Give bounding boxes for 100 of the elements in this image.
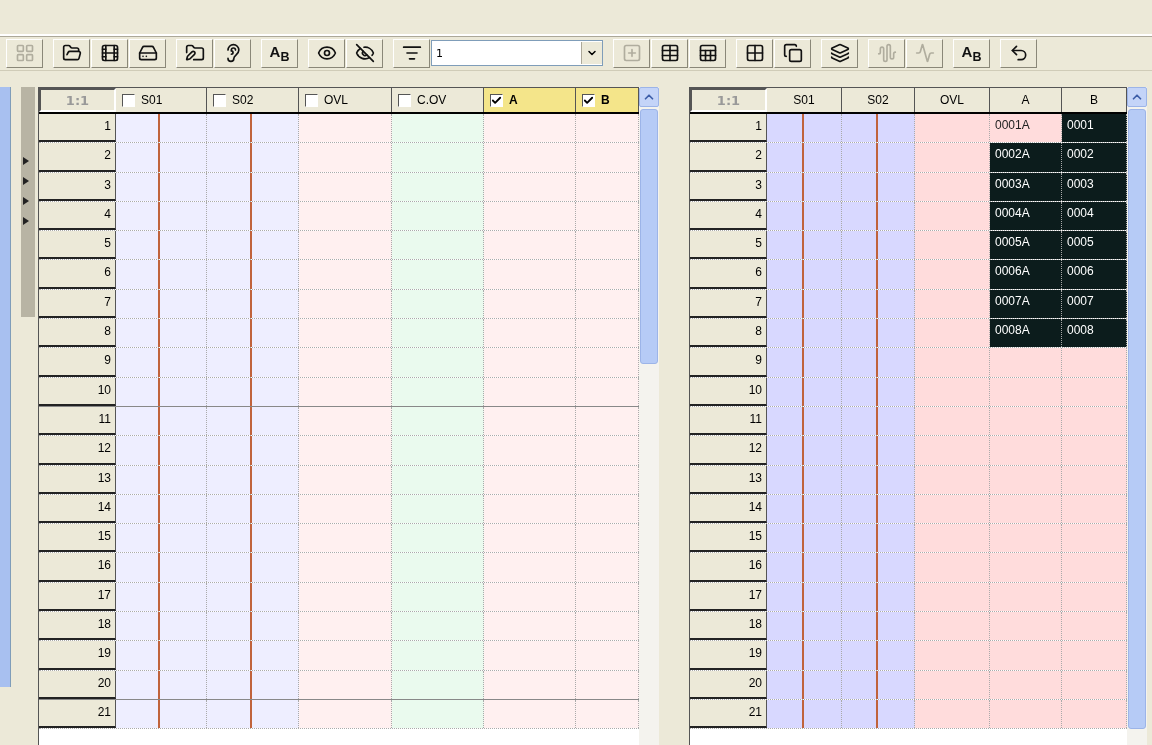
checkbox[interactable]	[398, 93, 411, 107]
row-number: 19	[39, 641, 116, 670]
row-number: 2	[39, 143, 116, 172]
row-number: 15	[690, 524, 767, 553]
combo-box[interactable]: 1	[431, 40, 603, 66]
check-icon	[583, 94, 594, 106]
row-number: 20	[39, 670, 116, 699]
row-number: 1	[690, 114, 767, 143]
row-number: 2	[690, 143, 767, 172]
layers-icon	[829, 43, 850, 63]
grid-cell[interactable]: 0007A	[990, 289, 1062, 319]
row-number: 6	[39, 260, 116, 289]
row-number: 19	[690, 641, 767, 670]
row-number: 16	[39, 553, 116, 582]
triangle-icon[interactable]	[23, 217, 29, 225]
grid-icon	[14, 43, 35, 63]
column-header[interactable]: S01	[116, 88, 207, 112]
dropdown-caret-icon[interactable]	[581, 42, 602, 64]
row-number: 13	[39, 465, 116, 494]
row-number: 1	[39, 114, 116, 143]
checkbox[interactable]	[305, 93, 318, 107]
grid-cell[interactable]: 0002	[1062, 143, 1127, 172]
toolbar-button[interactable]	[1000, 38, 1037, 68]
column-header[interactable]: A	[484, 88, 576, 112]
grid-cell[interactable]: 0004A	[990, 201, 1062, 231]
grid-cell[interactable]: 0005A	[990, 231, 1062, 260]
grid-cell[interactable]: 0001A	[990, 114, 1062, 143]
toolbar-button[interactable]	[651, 38, 688, 68]
plus-icon	[621, 43, 642, 63]
column-header[interactable]: B	[1062, 88, 1127, 112]
undo-icon	[1008, 43, 1029, 63]
row-number: 8	[690, 319, 767, 348]
toolbar-button[interactable]	[53, 38, 90, 68]
row-number: 7	[690, 289, 767, 319]
folder-icon	[61, 43, 82, 63]
grid-cell[interactable]: 0007	[1062, 289, 1127, 319]
window-icon	[782, 43, 803, 63]
eye-icon	[316, 43, 337, 63]
row-number: 4	[690, 201, 767, 231]
column-header[interactable]: A	[990, 88, 1062, 112]
row-number: 14	[39, 494, 116, 524]
column-header[interactable]: OVL	[299, 88, 392, 112]
grid-cell[interactable]: 0006A	[990, 260, 1062, 289]
table-icon	[659, 43, 680, 63]
grid-cell[interactable]: 0003	[1062, 172, 1127, 201]
column-header[interactable]: S01	[767, 88, 842, 112]
toolbar-button[interactable]	[308, 38, 345, 68]
swap-button[interactable]: A$_{B}$	[261, 38, 298, 68]
toolbar-button[interactable]	[346, 38, 383, 68]
column-header[interactable]: S02	[207, 88, 299, 112]
grid-cell[interactable]: 0004	[1062, 201, 1127, 231]
row-number: 20	[690, 670, 767, 699]
film-icon	[99, 43, 120, 63]
row-number: 12	[690, 436, 767, 465]
toolbar-button[interactable]	[774, 38, 811, 68]
triangle-icon[interactable]	[23, 157, 29, 165]
toolbar-button[interactable]	[393, 38, 430, 68]
scrollbar-thumb[interactable]	[640, 109, 658, 364]
grid-cell[interactable]: 0008	[1062, 319, 1127, 348]
row-number: 9	[39, 348, 116, 377]
grid-cell[interactable]: 0002A	[990, 143, 1062, 172]
corner-label: 1:1	[39, 88, 116, 112]
grid-cell[interactable]: 0006	[1062, 260, 1127, 289]
grid-cell[interactable]: 0003A	[990, 172, 1062, 201]
scrollbar-thumb[interactable]	[1128, 109, 1146, 729]
toolbar-button[interactable]	[91, 38, 128, 68]
grid-cell[interactable]: 0008A	[990, 319, 1062, 348]
row-number: 11	[690, 406, 767, 436]
scroll-up-button[interactable]	[639, 87, 659, 107]
folder-pen-icon	[184, 43, 205, 63]
column-header[interactable]: C.OV	[392, 88, 484, 112]
grid-icon	[744, 43, 765, 63]
toolbar-button[interactable]	[736, 38, 773, 68]
column-header[interactable]: S02	[842, 88, 915, 112]
grid-cell[interactable]: 0001	[1062, 114, 1127, 143]
checkbox[interactable]	[122, 93, 135, 107]
row-number: 10	[690, 377, 767, 406]
row-number: 6	[690, 260, 767, 289]
triangle-icon[interactable]	[23, 177, 29, 185]
toolbar-button[interactable]	[689, 38, 726, 68]
scroll-up-button[interactable]	[1127, 87, 1147, 107]
row-number: 3	[690, 172, 767, 201]
toolbar-button[interactable]	[129, 38, 166, 68]
triangle-icon[interactable]	[23, 197, 29, 205]
checkbox[interactable]	[582, 93, 595, 107]
row-number: 5	[690, 231, 767, 260]
checkbox[interactable]	[490, 93, 503, 107]
toolbar-button[interactable]	[821, 38, 858, 68]
grid-cell[interactable]: 0005	[1062, 231, 1127, 260]
column-header[interactable]: OVL	[915, 88, 990, 112]
row-number: 11	[39, 406, 116, 436]
row-number: 15	[39, 524, 116, 553]
toolbar-button[interactable]	[176, 38, 213, 68]
swap-button[interactable]: A$_{B}$	[953, 38, 990, 68]
table-cross-icon	[697, 43, 718, 63]
toolbar-button[interactable]	[214, 38, 251, 68]
row-number: 14	[690, 494, 767, 524]
row-number: 10	[39, 377, 116, 406]
column-header[interactable]: B	[576, 88, 639, 112]
checkbox[interactable]	[213, 93, 226, 107]
